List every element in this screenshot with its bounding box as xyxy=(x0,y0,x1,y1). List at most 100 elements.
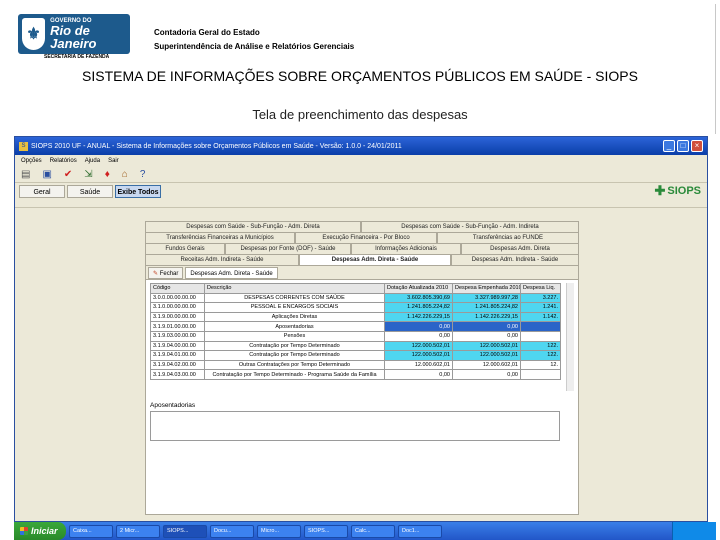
taskbar-item[interactable]: Doc1... xyxy=(398,524,442,538)
taskbar-item[interactable]: SIOPS... xyxy=(163,524,207,538)
tab-fundos-gerais[interactable]: Fundos Gerais xyxy=(145,243,225,254)
aposentadorias-textarea[interactable] xyxy=(150,411,560,441)
pin-icon[interactable]: ♦ xyxy=(105,169,110,180)
cell-dotacao[interactable]: 3.602.805.390,69 xyxy=(384,292,453,304)
home-icon[interactable]: ⌂ xyxy=(122,169,128,180)
cell-liquidada[interactable] xyxy=(520,321,561,332)
start-button[interactable]: Iniciar xyxy=(14,522,66,540)
table-row[interactable]: 3.1.9.03.00.00.00 Pensões 0,00 0,00 xyxy=(150,330,561,342)
tab-rec-adm-indireta[interactable]: Receitas Adm. Indireta - Saúde xyxy=(145,254,299,265)
tab-desp-subfuncao-direta[interactable]: Despesas com Saúde - Sub-Função - Adm. D… xyxy=(145,221,361,232)
cell-descricao[interactable]: PESSOAL E ENCARGOS SOCIAIS xyxy=(204,302,385,313)
cell-dotacao[interactable]: 1.142.226.229,15 xyxy=(384,311,453,323)
tab-desp-adm-direta[interactable]: Despesas Adm. Direta xyxy=(461,243,579,254)
col-empenhada[interactable]: Despesa Empenhada 2010 xyxy=(452,283,521,294)
table-row[interactable]: 3.1.9.00.00.00.00 Aplicações Diretas 1.142… xyxy=(150,311,561,323)
table-row[interactable]: 3.0.0.00.00.00.00 DESPESAS CORRENTES COM … xyxy=(150,292,561,304)
cell-dotacao[interactable]: 12.000.602,01 xyxy=(384,359,453,371)
cell-codigo[interactable]: 3.1.9.04.01.00.00 xyxy=(150,350,205,361)
check-icon[interactable]: ✔ xyxy=(64,169,72,180)
table-row[interactable]: 3.1.0.00.00.00.00 PESSOAL E ENCARGOS SOCI… xyxy=(150,302,561,313)
cell-liquidada[interactable]: 122. xyxy=(520,340,561,352)
table-row[interactable]: 3.1.9.04.00.00.00 Contratação por Tempo D… xyxy=(150,340,561,352)
cell-descricao[interactable]: Pensões xyxy=(204,330,385,342)
cell-descricao[interactable]: Contratação por Tempo Determinado - Prog… xyxy=(204,369,385,380)
cell-codigo[interactable]: 3.1.9.04.02.00.00 xyxy=(150,359,205,371)
fechar-button[interactable]: ✎ Fechar xyxy=(148,266,184,279)
cell-empenhada[interactable]: 12.000.602,01 xyxy=(452,359,521,371)
table-scrollbar[interactable] xyxy=(566,283,574,391)
table-row[interactable]: 3.1.9.04.03.00.00 Contratação por Tempo D… xyxy=(150,369,561,380)
cell-empenhada[interactable]: 0,00 xyxy=(452,321,521,332)
cell-liquidada[interactable] xyxy=(520,369,561,380)
col-codigo[interactable]: Código xyxy=(150,283,205,294)
tab-desp-adm-indireta-saude[interactable]: Despesas Adm. Indireta - Saúde xyxy=(451,254,579,265)
window-titlebar[interactable]: S SIOPS 2010 UF - ANUAL - Sistema de Inf… xyxy=(15,137,707,155)
col-descricao[interactable]: Descrição xyxy=(204,283,385,294)
cell-dotacao[interactable]: 1.241.805.224,82 xyxy=(384,302,453,313)
cell-liquidada[interactable]: 12. xyxy=(520,359,561,371)
cell-codigo[interactable]: 3.1.9.03.00.00.00 xyxy=(150,330,205,342)
taskbar-item[interactable]: Calc... xyxy=(351,524,395,538)
close-button[interactable]: × xyxy=(691,140,703,152)
col-dotacao[interactable]: Dotação Atualizada 2010 xyxy=(384,283,453,294)
cell-empenhada[interactable]: 0,00 xyxy=(452,369,521,380)
cell-codigo[interactable]: 3.1.9.01.00.00.00 xyxy=(150,321,205,332)
menu-relatorios[interactable]: Relatórios xyxy=(50,158,77,164)
cell-dotacao[interactable]: 0,00 xyxy=(384,369,453,380)
tab-transf-funde[interactable]: Transferências ao FUNDE xyxy=(437,232,579,243)
cell-liquidada[interactable]: 1.142. xyxy=(520,311,561,323)
cell-dotacao[interactable]: 122.000.502,01 xyxy=(384,350,453,361)
save-icon[interactable]: ▣ xyxy=(42,169,51,180)
cell-liquidada[interactable]: 122. xyxy=(520,350,561,361)
cell-liquidada[interactable]: 3.227. xyxy=(520,292,561,304)
cell-empenhada[interactable]: 1.241.805.224,82 xyxy=(452,302,521,313)
cell-codigo[interactable]: 3.1.9.04.03.00.00 xyxy=(150,369,205,380)
cell-descricao[interactable]: DESPESAS CORRENTES COM SAÚDE xyxy=(204,292,385,304)
cell-empenhada[interactable]: 122.000.502,01 xyxy=(452,340,521,352)
cell-descricao[interactable]: Aplicações Diretas xyxy=(204,311,385,323)
cell-descricao[interactable]: Outras Contratações por Tempo Determinad… xyxy=(204,359,385,371)
cell-empenhada[interactable]: 1.142.226.229,15 xyxy=(452,311,521,323)
cell-empenhada[interactable]: 3.327.989.997,28 xyxy=(452,292,521,304)
taskbar-item[interactable]: 2 Micr... xyxy=(116,524,160,538)
taskbar-item[interactable]: Caixa... xyxy=(69,524,113,538)
cell-liquidada[interactable] xyxy=(520,330,561,342)
cell-codigo[interactable]: 3.1.9.00.00.00.00 xyxy=(150,311,205,323)
tab-info-adicionais[interactable]: Informações Adicionais xyxy=(351,243,461,254)
table-row[interactable]: 3.1.9.04.01.00.00 Contratação por Tempo D… xyxy=(150,350,561,361)
cell-descricao[interactable]: Aposentadorias xyxy=(204,321,385,332)
nav-geral[interactable]: Geral xyxy=(19,184,65,198)
print-icon[interactable]: ▤ xyxy=(21,169,30,180)
cell-descricao[interactable]: Contratação por Tempo Determinado xyxy=(204,350,385,361)
export-icon[interactable]: ⇲ xyxy=(84,169,92,180)
cell-empenhada[interactable]: 0,00 xyxy=(452,330,521,342)
menu-sair[interactable]: Sair xyxy=(108,158,119,164)
tab-desp-subfuncao-indireta[interactable]: Despesas com Saúde - Sub-Função - Adm. I… xyxy=(361,221,579,232)
cell-descricao[interactable]: Contratação por Tempo Determinado xyxy=(204,340,385,352)
nav-exibe-todos[interactable]: Exibe Todos xyxy=(115,184,161,198)
taskbar-item[interactable]: Micro... xyxy=(257,524,301,538)
menu-ajuda[interactable]: Ajuda xyxy=(85,158,100,164)
cell-empenhada[interactable]: 122.000.502,01 xyxy=(452,350,521,361)
taskbar-item[interactable]: SIOPS... xyxy=(304,524,348,538)
help-icon[interactable]: ? xyxy=(140,169,146,180)
taskbar-item[interactable]: Docu... xyxy=(210,524,254,538)
cell-dotacao[interactable]: 122.000.502,01 xyxy=(384,340,453,352)
tab-desp-fonte[interactable]: Despesas por Fonte (DOF) - Saúde xyxy=(225,243,351,254)
cell-liquidada[interactable]: 1.241. xyxy=(520,302,561,313)
col-liquidada[interactable]: Despesa Liq. xyxy=(520,283,561,294)
cell-codigo[interactable]: 3.1.9.04.00.00.00 xyxy=(150,340,205,352)
tab-execucao-bloco[interactable]: Execução Financeira - Por Bloco xyxy=(295,232,437,243)
cell-codigo[interactable]: 3.0.0.00.00.00.00 xyxy=(150,292,205,304)
cell-dotacao[interactable]: 0,00 xyxy=(384,321,453,332)
table-row[interactable]: 3.1.9.04.02.00.00 Outras Contratações por… xyxy=(150,359,561,371)
cell-dotacao[interactable]: 0,00 xyxy=(384,330,453,342)
tab-transf-municipios[interactable]: Transferências Financeiras a Municípios xyxy=(145,232,295,243)
cell-codigo[interactable]: 3.1.0.00.00.00.00 xyxy=(150,302,205,313)
tab-desp-adm-direta-saude[interactable]: Despesas Adm. Direta - Saúde xyxy=(299,254,451,265)
minimize-button[interactable]: _ xyxy=(663,140,675,152)
nav-saude[interactable]: Saúde xyxy=(67,184,113,198)
menu-opcoes[interactable]: Opções xyxy=(21,158,42,164)
table-row[interactable]: 3.1.9.01.00.00.00 Aposentadorias 0,00 0,00 xyxy=(150,321,561,332)
